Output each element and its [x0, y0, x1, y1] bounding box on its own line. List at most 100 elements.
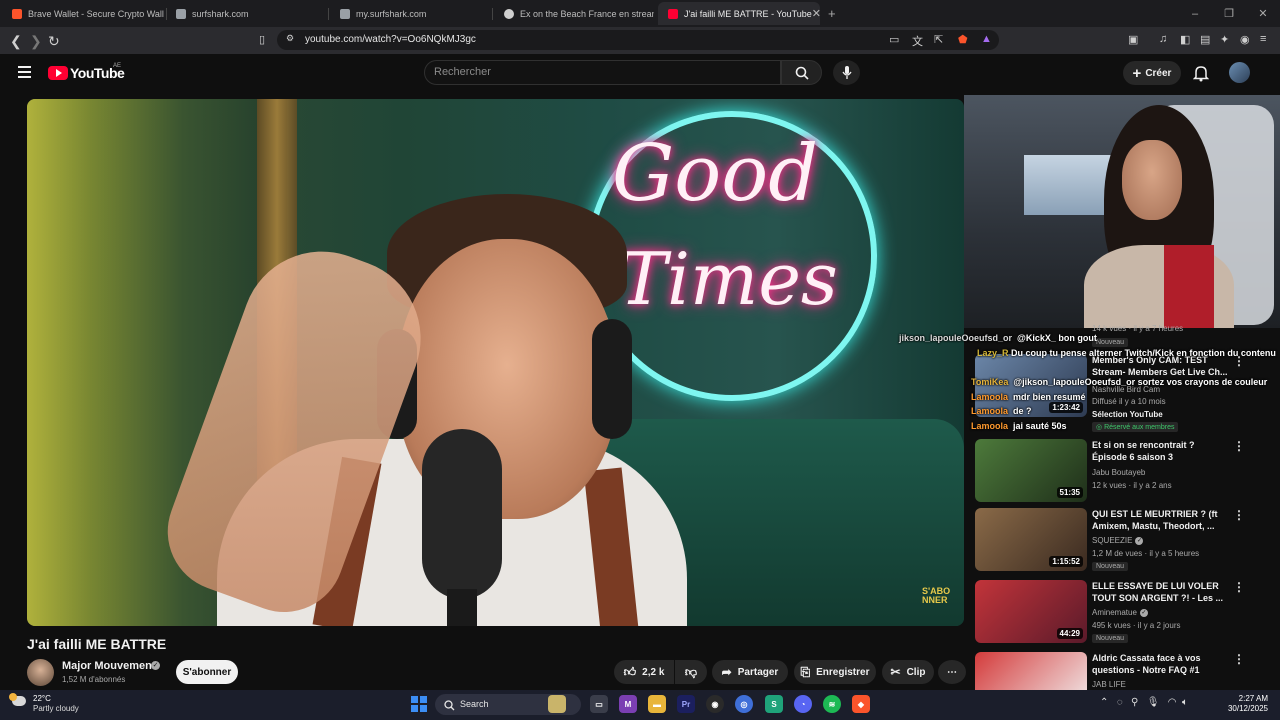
recommended-title[interactable]: ELLE ESSAYE DE LUI VOLER TOUT SON ARGENT…: [1092, 580, 1232, 604]
menu-icon[interactable]: ≡: [1260, 33, 1266, 45]
sidebar-panel-icon[interactable]: ▣: [1128, 33, 1138, 46]
more-actions-button[interactable]: ⋯: [938, 660, 966, 684]
search-placeholder[interactable]: Rechercher: [434, 66, 491, 78]
recommended-channel[interactable]: JAB LIFE: [1092, 680, 1126, 689]
video-player[interactable]: Good Times S'ABO NNER: [27, 99, 964, 626]
brave-browser-icon[interactable]: ◆: [852, 695, 870, 713]
task-view-icon[interactable]: ▭: [590, 695, 608, 713]
recommended-title[interactable]: QUI EST LE MEURTRIER ? (ft Amixem, Mastu…: [1092, 508, 1232, 532]
video-thumbnail[interactable]: 44:29: [975, 580, 1087, 643]
leo-ai-icon[interactable]: ✦: [1220, 33, 1229, 46]
verified-check-icon: ✓: [1135, 536, 1144, 545]
taskbar-date[interactable]: 30/12/2025: [1218, 704, 1268, 713]
like-button[interactable]: 👍︎ 2,2 k: [614, 660, 674, 684]
network-app-icon[interactable]: ◌: [1117, 697, 1123, 708]
recommended-channel[interactable]: SQUEEZIE ✓: [1092, 536, 1144, 545]
more-options-icon[interactable]: ⋮: [1233, 580, 1245, 594]
recommended-video[interactable]: 1:15:52 QUI EST LE MEURTRIER ? (ft Amixe…: [975, 508, 1275, 574]
recommended-title[interactable]: Aldric Cassata face à vos questions - No…: [1092, 652, 1232, 676]
save-button[interactable]: ⎘ Enregistrer: [794, 660, 876, 684]
video-duration: 1:23:42: [1049, 402, 1083, 413]
minimize-icon[interactable]: –: [1178, 8, 1212, 20]
wallet-icon[interactable]: ▤: [1200, 33, 1210, 46]
wifi-icon[interactable]: ◠: [1168, 697, 1177, 708]
tab-youtube-active[interactable]: J'ai failli ME BATTRE - YouTube ✕: [658, 2, 820, 25]
channel-avatar[interactable]: [27, 659, 54, 686]
recommended-video[interactable]: 51:35 Et si on se rencontrait ? Épisode …: [975, 439, 1275, 503]
voice-search-button[interactable]: [833, 60, 860, 85]
video-thumbnail[interactable]: 1:15:52: [975, 508, 1087, 571]
account-avatar[interactable]: [1229, 62, 1250, 83]
recommended-channel[interactable]: Jabu Boutayeb: [1092, 468, 1145, 477]
bookmark-icon[interactable]: ▯: [259, 33, 265, 46]
weather-cloud-icon[interactable]: [9, 693, 26, 706]
microphone-tray-icon[interactable]: 🎙︎: [1147, 697, 1160, 708]
notifications-bell-icon[interactable]: [1192, 64, 1210, 87]
weather-description[interactable]: Partly cloudy: [33, 704, 79, 713]
dislike-button[interactable]: 👎︎: [675, 660, 707, 684]
recommended-title[interactable]: Et si on se rencontrait ? Épisode 6 sais…: [1092, 439, 1232, 463]
recommended-channel[interactable]: Aminematue ✓: [1092, 608, 1148, 617]
brave-shields-icon[interactable]: ⬟: [958, 33, 968, 46]
tab-ex-on-the-beach[interactable]: Ex on the Beach France en streaming: [494, 2, 654, 25]
cast-icon[interactable]: ▭: [889, 33, 899, 46]
share-page-icon[interactable]: ⇱: [934, 33, 943, 46]
system-tray[interactable]: ⌃ ◌ ⚲ 🎙︎ ◠ 🔈︎: [1100, 697, 1188, 708]
recommended-video[interactable]: Aldric Cassata face à vos questions - No…: [975, 652, 1275, 690]
maximize-icon[interactable]: ❐: [1212, 7, 1246, 20]
share-button[interactable]: ➦ Partager: [712, 660, 788, 684]
recommended-video[interactable]: 44:29 ELLE ESSAYE DE LUI VOLER TOUT SON …: [975, 580, 1275, 646]
discord-icon[interactable]: ◔: [794, 695, 812, 713]
usb-icon[interactable]: ⚲: [1131, 697, 1138, 708]
search-highlight-icon[interactable]: [548, 695, 566, 713]
close-window-icon[interactable]: ✕: [1246, 7, 1280, 20]
more-options-icon[interactable]: ⋮: [1233, 439, 1245, 453]
obs-studio-icon[interactable]: ◉: [706, 695, 724, 713]
microsoft-365-icon[interactable]: M: [619, 695, 637, 713]
spotify-icon[interactable]: ≋: [823, 695, 841, 713]
chat-text: @KickX_ bon gout: [1017, 333, 1097, 343]
file-explorer-icon[interactable]: ▬: [648, 695, 666, 713]
channel-name[interactable]: Major Mouvement: [62, 660, 156, 672]
volume-icon[interactable]: 🔈︎: [1182, 697, 1188, 708]
translate-icon[interactable]: 文: [912, 33, 923, 49]
new-tab-button[interactable]: +: [828, 6, 836, 21]
tab-brave-wallet[interactable]: Brave Wallet - Secure Crypto Wallet |: [2, 2, 164, 25]
url-text[interactable]: youtube.com/watch?v=Oo6NQkMJ3gc: [305, 34, 476, 45]
tab-my-surfshark[interactable]: my.surfshark.com: [330, 2, 490, 25]
search-icon: [795, 66, 809, 80]
brave-rewards-icon[interactable]: ▲: [981, 33, 992, 45]
create-button[interactable]: + Créer: [1123, 61, 1181, 85]
partial-rec-meta: 14 k vues · il y a 7 heures: [1092, 324, 1184, 333]
more-options-icon[interactable]: ⋮: [1233, 652, 1245, 666]
sidebar-icon[interactable]: ◧: [1180, 33, 1190, 46]
clip-button[interactable]: ✂ Clip: [882, 660, 934, 684]
tab-surfshark[interactable]: surfshark.com: [166, 2, 326, 25]
forward-icon[interactable]: ❯: [30, 33, 42, 50]
reload-icon[interactable]: ↻: [48, 33, 60, 50]
taskbar-search-label[interactable]: Search: [460, 699, 489, 709]
premiere-pro-icon[interactable]: Pr: [677, 695, 695, 713]
video-thumbnail[interactable]: 51:35: [975, 439, 1087, 502]
verified-check-icon: ✓: [151, 661, 160, 670]
weather-temperature[interactable]: 22°C: [33, 694, 51, 703]
vpn-icon[interactable]: ◉: [1240, 33, 1250, 46]
app-s-icon[interactable]: S: [765, 695, 783, 713]
taskbar-time[interactable]: 2:27 AM: [1228, 694, 1268, 703]
hamburger-menu-icon[interactable]: [18, 66, 31, 81]
youtube-logo-icon[interactable]: [48, 66, 68, 80]
back-icon[interactable]: ❮: [10, 33, 22, 50]
music-icon[interactable]: ♫: [1159, 33, 1167, 45]
subscribe-button[interactable]: S'abonner: [176, 660, 238, 684]
more-options-icon[interactable]: ⋮: [1233, 508, 1245, 522]
tab-title: my.surfshark.com: [356, 8, 427, 19]
video-thumbnail[interactable]: [975, 652, 1087, 690]
site-settings-icon[interactable]: ⚙: [286, 33, 294, 44]
windows-start-icon[interactable]: [411, 696, 427, 712]
subscribe-watermark[interactable]: S'ABO NNER: [922, 587, 950, 605]
search-button[interactable]: [781, 60, 822, 85]
chrome-icon[interactable]: ◎: [735, 695, 753, 713]
chevron-up-icon[interactable]: ⌃: [1100, 697, 1108, 708]
new-badge: Nouveau: [1092, 562, 1129, 571]
close-tab-icon[interactable]: ✕: [812, 7, 820, 20]
